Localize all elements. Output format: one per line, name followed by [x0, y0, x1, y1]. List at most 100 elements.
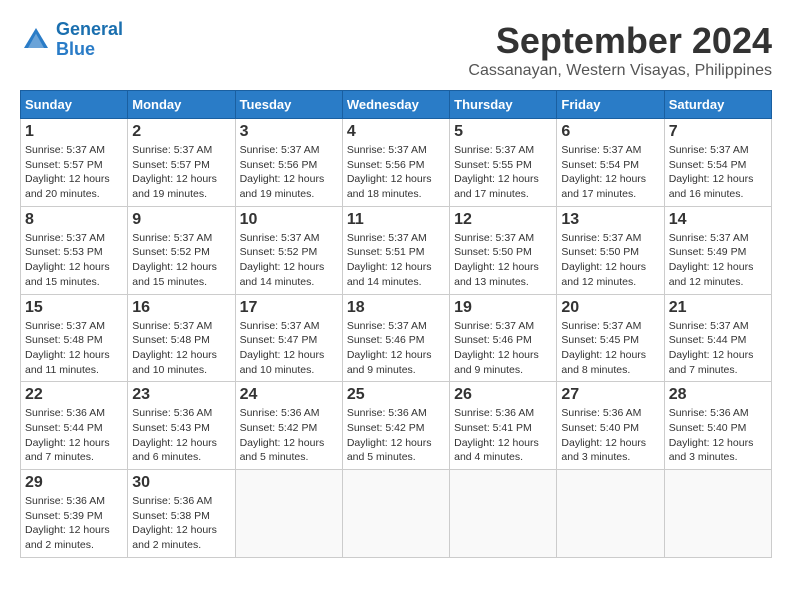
calendar-cell: 25 Sunrise: 5:36 AM Sunset: 5:42 PM Dayl…: [342, 382, 449, 470]
calendar-cell: 22 Sunrise: 5:36 AM Sunset: 5:44 PM Dayl…: [21, 382, 128, 470]
day-info: Sunrise: 5:37 AM Sunset: 5:49 PM Dayligh…: [669, 231, 767, 290]
day-number: 20: [561, 299, 659, 317]
calendar-cell: [557, 470, 664, 558]
day-number: 29: [25, 474, 123, 492]
day-number: 26: [454, 386, 552, 404]
logo-text: General Blue: [56, 20, 123, 60]
weekday-header-sunday: Sunday: [21, 91, 128, 119]
calendar-cell: 17 Sunrise: 5:37 AM Sunset: 5:47 PM Dayl…: [235, 294, 342, 382]
calendar-cell: 6 Sunrise: 5:37 AM Sunset: 5:54 PM Dayli…: [557, 119, 664, 207]
day-number: 24: [240, 386, 338, 404]
calendar-cell: 27 Sunrise: 5:36 AM Sunset: 5:40 PM Dayl…: [557, 382, 664, 470]
day-info: Sunrise: 5:36 AM Sunset: 5:44 PM Dayligh…: [25, 406, 123, 465]
calendar-cell: 18 Sunrise: 5:37 AM Sunset: 5:46 PM Dayl…: [342, 294, 449, 382]
day-info: Sunrise: 5:36 AM Sunset: 5:38 PM Dayligh…: [132, 494, 230, 553]
day-number: 15: [25, 299, 123, 317]
day-info: Sunrise: 5:37 AM Sunset: 5:51 PM Dayligh…: [347, 231, 445, 290]
day-info: Sunrise: 5:37 AM Sunset: 5:56 PM Dayligh…: [347, 143, 445, 202]
day-number: 2: [132, 123, 230, 141]
day-info: Sunrise: 5:36 AM Sunset: 5:39 PM Dayligh…: [25, 494, 123, 553]
day-number: 19: [454, 299, 552, 317]
weekday-header-friday: Friday: [557, 91, 664, 119]
day-number: 3: [240, 123, 338, 141]
calendar-cell: 16 Sunrise: 5:37 AM Sunset: 5:48 PM Dayl…: [128, 294, 235, 382]
day-number: 9: [132, 211, 230, 229]
calendar-cell: 13 Sunrise: 5:37 AM Sunset: 5:50 PM Dayl…: [557, 206, 664, 294]
day-number: 8: [25, 211, 123, 229]
calendar-cell: [342, 470, 449, 558]
calendar-table: SundayMondayTuesdayWednesdayThursdayFrid…: [20, 90, 772, 558]
day-info: Sunrise: 5:37 AM Sunset: 5:48 PM Dayligh…: [132, 319, 230, 378]
calendar-cell: 28 Sunrise: 5:36 AM Sunset: 5:40 PM Dayl…: [664, 382, 771, 470]
calendar-cell: 10 Sunrise: 5:37 AM Sunset: 5:52 PM Dayl…: [235, 206, 342, 294]
logo-icon: [20, 24, 52, 56]
title-block: September 2024 Cassanayan, Western Visay…: [468, 20, 772, 80]
day-info: Sunrise: 5:36 AM Sunset: 5:40 PM Dayligh…: [561, 406, 659, 465]
day-number: 18: [347, 299, 445, 317]
day-number: 1: [25, 123, 123, 141]
day-number: 11: [347, 211, 445, 229]
calendar-cell: 1 Sunrise: 5:37 AM Sunset: 5:57 PM Dayli…: [21, 119, 128, 207]
day-number: 27: [561, 386, 659, 404]
calendar-cell: 30 Sunrise: 5:36 AM Sunset: 5:38 PM Dayl…: [128, 470, 235, 558]
calendar-cell: [235, 470, 342, 558]
day-info: Sunrise: 5:36 AM Sunset: 5:43 PM Dayligh…: [132, 406, 230, 465]
day-info: Sunrise: 5:37 AM Sunset: 5:56 PM Dayligh…: [240, 143, 338, 202]
calendar-week-5: 29 Sunrise: 5:36 AM Sunset: 5:39 PM Dayl…: [21, 470, 772, 558]
day-info: Sunrise: 5:36 AM Sunset: 5:42 PM Dayligh…: [240, 406, 338, 465]
calendar-cell: 26 Sunrise: 5:36 AM Sunset: 5:41 PM Dayl…: [450, 382, 557, 470]
day-number: 17: [240, 299, 338, 317]
day-number: 10: [240, 211, 338, 229]
calendar-week-3: 15 Sunrise: 5:37 AM Sunset: 5:48 PM Dayl…: [21, 294, 772, 382]
calendar-cell: 4 Sunrise: 5:37 AM Sunset: 5:56 PM Dayli…: [342, 119, 449, 207]
day-number: 28: [669, 386, 767, 404]
calendar-week-1: 1 Sunrise: 5:37 AM Sunset: 5:57 PM Dayli…: [21, 119, 772, 207]
day-info: Sunrise: 5:37 AM Sunset: 5:46 PM Dayligh…: [347, 319, 445, 378]
calendar-cell: 3 Sunrise: 5:37 AM Sunset: 5:56 PM Dayli…: [235, 119, 342, 207]
day-info: Sunrise: 5:36 AM Sunset: 5:40 PM Dayligh…: [669, 406, 767, 465]
calendar-cell: 12 Sunrise: 5:37 AM Sunset: 5:50 PM Dayl…: [450, 206, 557, 294]
day-info: Sunrise: 5:37 AM Sunset: 5:57 PM Dayligh…: [132, 143, 230, 202]
day-info: Sunrise: 5:37 AM Sunset: 5:57 PM Dayligh…: [25, 143, 123, 202]
day-number: 7: [669, 123, 767, 141]
calendar-cell: 8 Sunrise: 5:37 AM Sunset: 5:53 PM Dayli…: [21, 206, 128, 294]
logo: General Blue: [20, 20, 123, 60]
weekday-header-saturday: Saturday: [664, 91, 771, 119]
location: Cassanayan, Western Visayas, Philippines: [468, 62, 772, 80]
calendar-week-4: 22 Sunrise: 5:36 AM Sunset: 5:44 PM Dayl…: [21, 382, 772, 470]
day-info: Sunrise: 5:37 AM Sunset: 5:54 PM Dayligh…: [561, 143, 659, 202]
weekday-header-thursday: Thursday: [450, 91, 557, 119]
calendar-cell: 9 Sunrise: 5:37 AM Sunset: 5:52 PM Dayli…: [128, 206, 235, 294]
calendar-cell: [450, 470, 557, 558]
day-info: Sunrise: 5:37 AM Sunset: 5:47 PM Dayligh…: [240, 319, 338, 378]
day-info: Sunrise: 5:37 AM Sunset: 5:52 PM Dayligh…: [240, 231, 338, 290]
calendar-week-2: 8 Sunrise: 5:37 AM Sunset: 5:53 PM Dayli…: [21, 206, 772, 294]
month-title: September 2024: [468, 20, 772, 62]
calendar-cell: 7 Sunrise: 5:37 AM Sunset: 5:54 PM Dayli…: [664, 119, 771, 207]
calendar-cell: 11 Sunrise: 5:37 AM Sunset: 5:51 PM Dayl…: [342, 206, 449, 294]
calendar-cell: 23 Sunrise: 5:36 AM Sunset: 5:43 PM Dayl…: [128, 382, 235, 470]
calendar-cell: [664, 470, 771, 558]
day-number: 13: [561, 211, 659, 229]
day-info: Sunrise: 5:36 AM Sunset: 5:41 PM Dayligh…: [454, 406, 552, 465]
calendar-cell: 2 Sunrise: 5:37 AM Sunset: 5:57 PM Dayli…: [128, 119, 235, 207]
day-number: 21: [669, 299, 767, 317]
weekday-header-wednesday: Wednesday: [342, 91, 449, 119]
day-number: 23: [132, 386, 230, 404]
day-info: Sunrise: 5:37 AM Sunset: 5:45 PM Dayligh…: [561, 319, 659, 378]
weekday-header-tuesday: Tuesday: [235, 91, 342, 119]
day-info: Sunrise: 5:37 AM Sunset: 5:50 PM Dayligh…: [454, 231, 552, 290]
calendar-cell: 15 Sunrise: 5:37 AM Sunset: 5:48 PM Dayl…: [21, 294, 128, 382]
day-number: 6: [561, 123, 659, 141]
day-info: Sunrise: 5:37 AM Sunset: 5:50 PM Dayligh…: [561, 231, 659, 290]
day-info: Sunrise: 5:36 AM Sunset: 5:42 PM Dayligh…: [347, 406, 445, 465]
calendar-cell: 19 Sunrise: 5:37 AM Sunset: 5:46 PM Dayl…: [450, 294, 557, 382]
day-number: 4: [347, 123, 445, 141]
day-info: Sunrise: 5:37 AM Sunset: 5:52 PM Dayligh…: [132, 231, 230, 290]
day-info: Sunrise: 5:37 AM Sunset: 5:55 PM Dayligh…: [454, 143, 552, 202]
calendar-cell: 21 Sunrise: 5:37 AM Sunset: 5:44 PM Dayl…: [664, 294, 771, 382]
day-number: 30: [132, 474, 230, 492]
day-info: Sunrise: 5:37 AM Sunset: 5:46 PM Dayligh…: [454, 319, 552, 378]
day-number: 25: [347, 386, 445, 404]
day-number: 14: [669, 211, 767, 229]
